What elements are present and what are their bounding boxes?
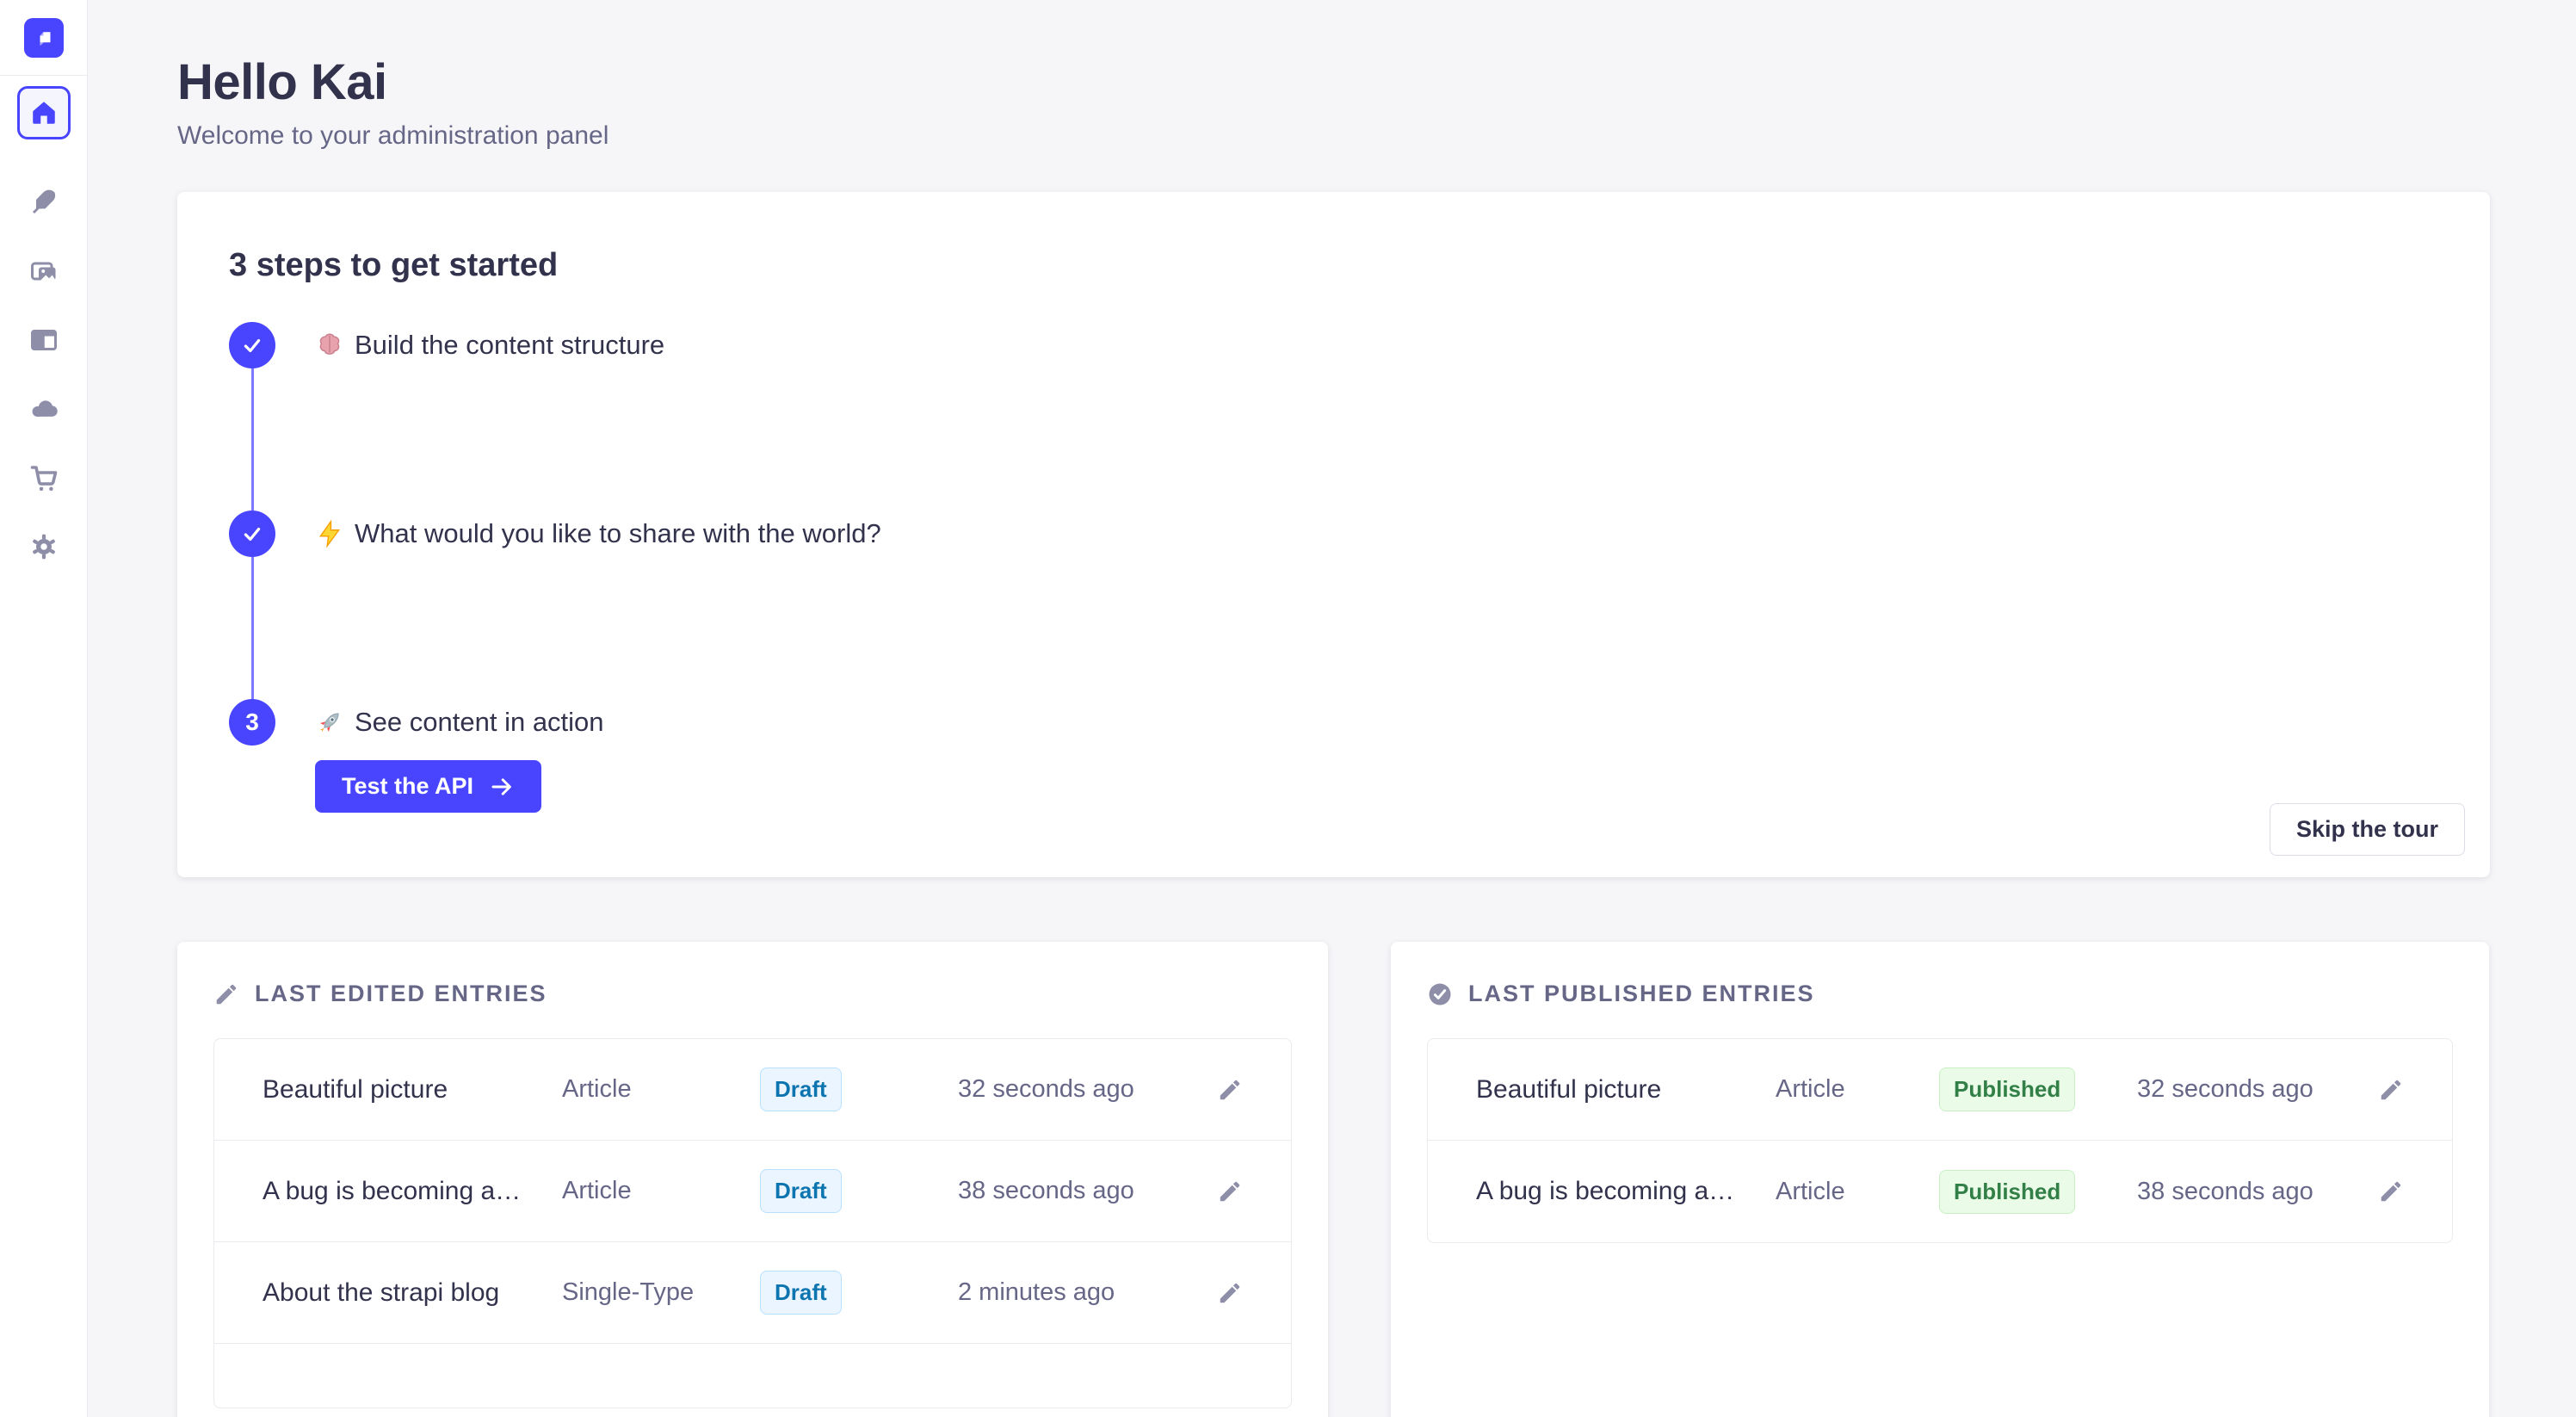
entry-time: 2 minutes ago: [958, 1278, 1217, 1307]
entry-title: About the strapi blog: [263, 1278, 562, 1308]
step-build-content-structure: Build the content structure: [229, 322, 2438, 368]
last-published-entries-card: LAST PUBLISHED ENTRIES Beautiful picture…: [1391, 942, 2489, 1417]
sidebar-nav: [17, 86, 71, 573]
onboarding-steps: Build the content structure What: [229, 322, 2438, 813]
test-the-api-button[interactable]: Test the API: [315, 760, 541, 813]
step-connector: [251, 557, 254, 699]
sidebar-item-cloud[interactable]: [17, 382, 71, 436]
strapi-logo-glyph: [28, 22, 59, 53]
entry-kind: Article: [1776, 1075, 1939, 1104]
step-number-indicator: 3: [229, 699, 275, 746]
sidebar: [0, 0, 88, 1417]
last-published-header: LAST PUBLISHED ENTRIES: [1427, 981, 2453, 1007]
main-content: Hello Kai Welcome to your administration…: [88, 0, 2576, 1417]
rocket-emoji: [315, 708, 344, 737]
pencil-icon: [213, 981, 239, 1007]
step-action: Test the API: [315, 760, 2438, 813]
step-label-text: Build the content structure: [355, 330, 664, 361]
entry-title: Beautiful picture: [263, 1075, 562, 1105]
test-the-api-label: Test the API: [342, 773, 473, 800]
sidebar-item-marketplace[interactable]: [17, 451, 71, 504]
check-icon: [241, 523, 263, 545]
sidebar-divider: [0, 75, 88, 76]
entry-title: Beautiful picture: [1476, 1075, 1776, 1105]
pencil-icon: [1217, 1280, 1243, 1306]
onboarding-title: 3 steps to get started: [229, 247, 2438, 284]
table-row[interactable]: Beautiful picture Article Draft 32 secon…: [214, 1039, 1291, 1141]
layout-icon: [28, 325, 59, 356]
last-published-heading: LAST PUBLISHED ENTRIES: [1468, 981, 1815, 1007]
pencil-icon: [2378, 1077, 2404, 1103]
step-connector: [251, 368, 254, 510]
step-label: See content in action: [315, 707, 604, 738]
sidebar-item-settings[interactable]: [17, 520, 71, 573]
step-see-content-in-action: 3 See content in action: [229, 699, 2438, 746]
entries-section: LAST EDITED ENTRIES Beautiful picture Ar…: [177, 942, 2490, 1417]
sidebar-item-home[interactable]: [17, 86, 71, 139]
sidebar-item-content-type-builder[interactable]: [17, 176, 71, 229]
step-label-text: What would you like to share with the wo…: [355, 518, 881, 549]
edit-entry-button[interactable]: [2378, 1179, 2404, 1204]
table-row[interactable]: Beautiful picture Article Published 32 s…: [1428, 1039, 2452, 1141]
arrow-right-icon: [489, 774, 515, 800]
edit-entry-button[interactable]: [1217, 1077, 1243, 1103]
media-images-icon: [28, 256, 59, 287]
sidebar-item-media-library[interactable]: [17, 244, 71, 298]
entry-time: 32 seconds ago: [2137, 1075, 2378, 1104]
last-edited-entries-card: LAST EDITED ENTRIES Beautiful picture Ar…: [177, 942, 1328, 1417]
entry-title: A bug is becoming a…: [1476, 1177, 1776, 1206]
home-icon: [28, 97, 59, 128]
entry-kind: Article: [562, 1177, 760, 1205]
step-label: Build the content structure: [315, 330, 664, 361]
entry-time: 38 seconds ago: [2137, 1178, 2378, 1206]
pencil-icon: [2378, 1179, 2404, 1204]
table-row[interactable]: A bug is becoming a… Article Draft 38 se…: [214, 1141, 1291, 1242]
status-badge: Published: [1939, 1170, 2075, 1214]
status-badge: Published: [1939, 1067, 2075, 1111]
pencil-icon: [1217, 1179, 1243, 1204]
entry-title: A bug is becoming a…: [263, 1177, 562, 1206]
table-row[interactable]: About the strapi blog Single-Type Draft …: [214, 1242, 1291, 1344]
entry-time: 38 seconds ago: [958, 1177, 1217, 1205]
check-circle-icon: [1427, 981, 1453, 1007]
cart-icon: [28, 462, 59, 493]
step-label: What would you like to share with the wo…: [315, 518, 881, 549]
sidebar-item-content-manager[interactable]: [17, 313, 71, 367]
feather-icon: [28, 187, 59, 218]
page-title: Hello Kai: [177, 53, 2490, 111]
cloud-icon: [28, 393, 59, 424]
gear-icon: [28, 531, 59, 562]
status-badge: Draft: [760, 1271, 842, 1315]
last-edited-heading: LAST EDITED ENTRIES: [255, 981, 547, 1007]
entry-kind: Single-Type: [562, 1278, 760, 1307]
entry-kind: Article: [1776, 1178, 1939, 1206]
pencil-icon: [1217, 1077, 1243, 1103]
step-share-with-world: What would you like to share with the wo…: [229, 510, 2438, 557]
table-row[interactable]: A bug is becoming a… Article Published 3…: [1428, 1141, 2452, 1242]
entry-kind: Article: [562, 1075, 760, 1104]
skip-the-tour-button[interactable]: Skip the tour: [2270, 803, 2465, 856]
edit-entry-button[interactable]: [1217, 1280, 1243, 1306]
step-done-indicator: [229, 322, 275, 368]
zap-emoji: [315, 519, 344, 548]
step-done-indicator: [229, 510, 275, 557]
strapi-logo[interactable]: [24, 18, 64, 58]
last-edited-table: Beautiful picture Article Draft 32 secon…: [213, 1038, 1292, 1408]
page-header: Hello Kai Welcome to your administration…: [177, 0, 2490, 151]
edit-entry-button[interactable]: [2378, 1077, 2404, 1103]
status-badge: Draft: [760, 1067, 842, 1111]
entry-time: 32 seconds ago: [958, 1075, 1217, 1104]
last-published-table: Beautiful picture Article Published 32 s…: [1427, 1038, 2453, 1243]
step-label-text: See content in action: [355, 707, 604, 738]
last-edited-header: LAST EDITED ENTRIES: [213, 981, 1292, 1007]
onboarding-card: 3 steps to get started Build the content: [177, 192, 2490, 877]
strapi-admin-app: Hello Kai Welcome to your administration…: [0, 0, 2576, 1417]
page-subtitle: Welcome to your administration panel: [177, 121, 2490, 151]
brain-emoji: [315, 331, 344, 360]
edit-entry-button[interactable]: [1217, 1179, 1243, 1204]
status-badge: Draft: [760, 1169, 842, 1213]
check-icon: [241, 334, 263, 356]
